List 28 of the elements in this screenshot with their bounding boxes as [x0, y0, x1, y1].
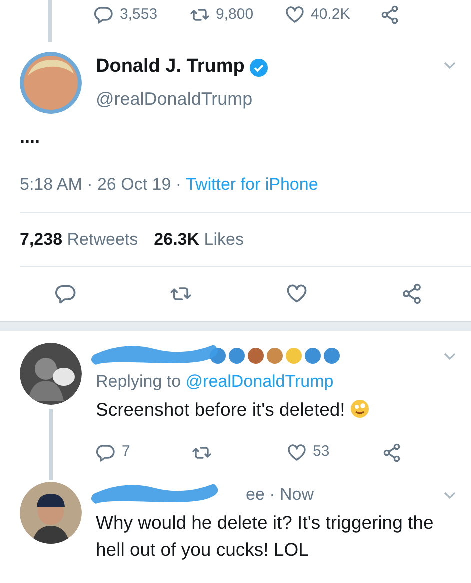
author-handle[interactable]: @realDonaldTrump — [96, 86, 443, 113]
author-name[interactable]: Donald J. Trump — [96, 53, 245, 82]
reply-icon[interactable] — [55, 283, 77, 305]
like-count: 40.2K — [311, 5, 350, 25]
heart-icon[interactable] — [286, 283, 308, 305]
source-link[interactable]: Twitter for iPhone — [186, 175, 318, 194]
retweet-count: 9,800 — [216, 5, 254, 25]
reply-text: Screenshot before it's deleted! — [96, 398, 346, 420]
mention-link[interactable]: @realDonaldTrump — [186, 372, 334, 391]
stat-label: Retweets — [67, 230, 138, 248]
share-icon[interactable] — [400, 283, 423, 305]
share-icon[interactable] — [382, 442, 402, 463]
tweet-text: .... — [19, 126, 42, 146]
reply-count: 7 — [122, 442, 130, 462]
like-count: 53 — [313, 442, 330, 462]
tweet-timestamp: ee · Now — [246, 484, 314, 506]
share-icon[interactable] — [380, 5, 400, 26]
tweet-timestamp: 5:18 AM · 26 Oct 19 · — [20, 175, 183, 194]
replying-label: Replying to — [96, 372, 182, 391]
retweet-total: 7,238 — [20, 230, 63, 248]
heart-icon[interactable] — [285, 5, 305, 26]
like-total: 26.3K — [154, 230, 200, 248]
reply-count: 3,553 — [120, 5, 158, 25]
reply-text: Why would he delete it? It's triggering the hell out of you cucks! LOL — [96, 512, 434, 560]
reply-icon[interactable] — [94, 5, 114, 26]
heart-icon[interactable] — [287, 442, 307, 463]
reply-icon[interactable] — [96, 442, 116, 463]
stat-label: Likes — [204, 230, 244, 248]
